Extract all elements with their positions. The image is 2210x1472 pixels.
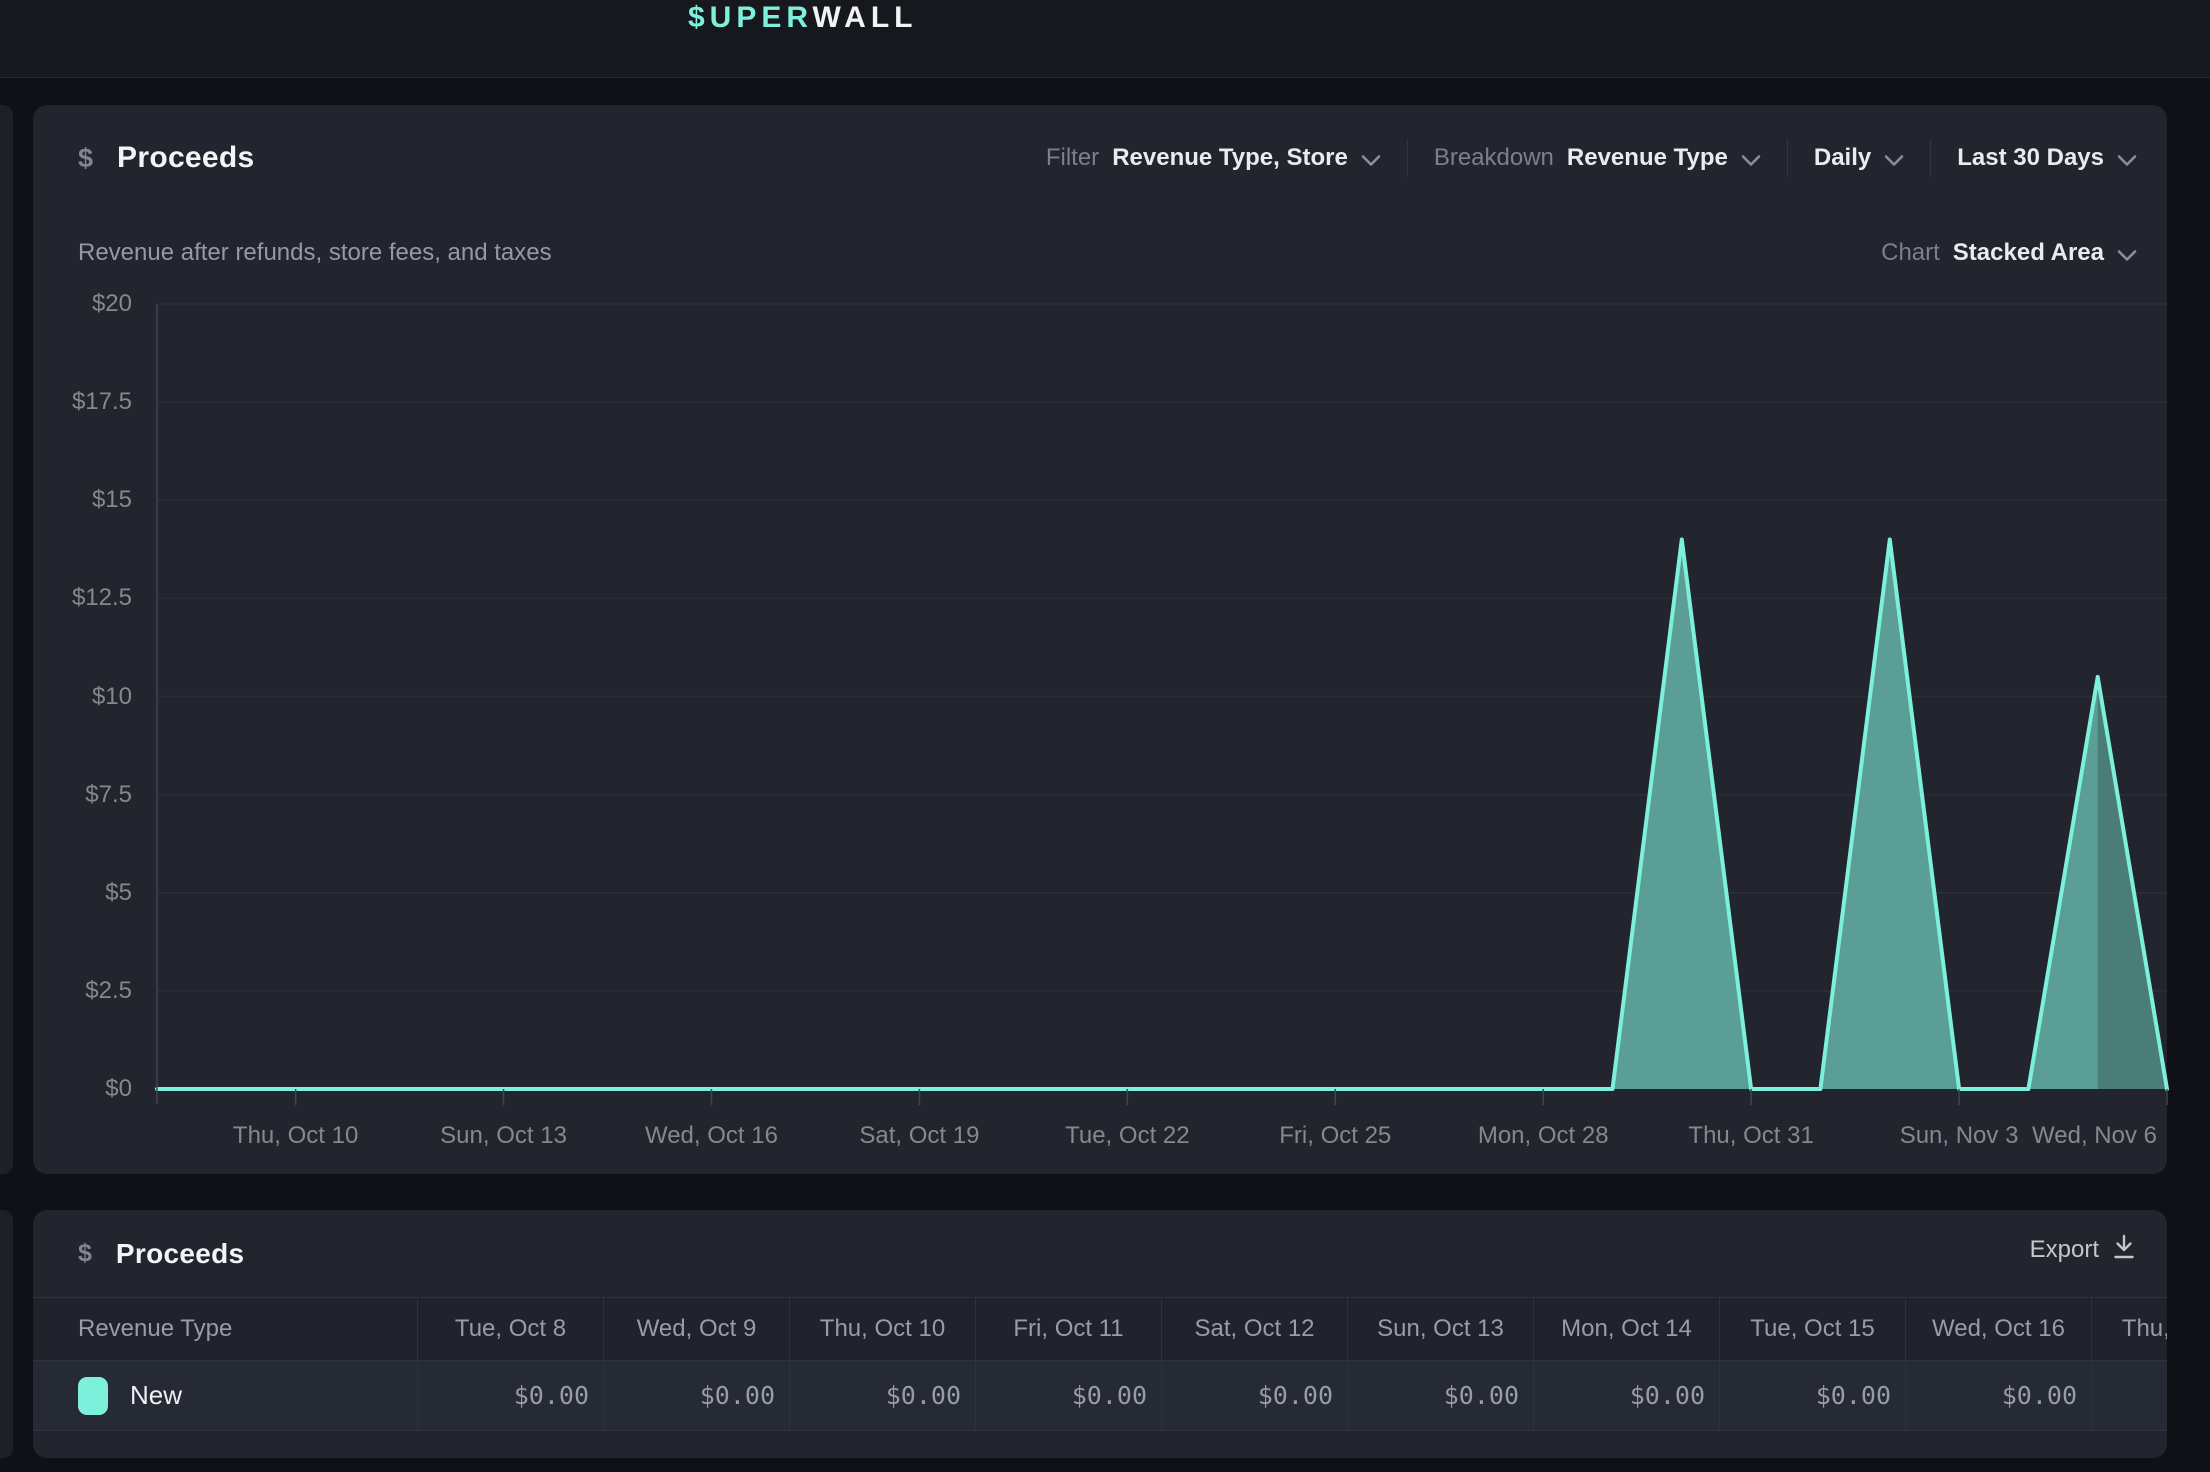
x-axis-label: Wed, Oct 16 <box>601 1121 821 1151</box>
table-header-cell: Sun, Oct 13 <box>1347 1298 1533 1360</box>
divider <box>1930 139 1931 177</box>
table-title: Proceeds <box>116 1238 244 1270</box>
x-axis-label: Thu, Oct 10 <box>186 1121 406 1151</box>
y-axis-label: $20 <box>33 289 132 319</box>
chevron-down-icon <box>1884 146 1904 174</box>
filter-dropdown[interactable]: Filter Revenue Type, Store <box>1046 142 1381 174</box>
divider <box>1787 139 1788 177</box>
y-axis-label: $12.5 <box>33 583 132 613</box>
breakdown-label: Breakdown <box>1434 144 1554 172</box>
chart-subtitle: Revenue after refunds, store fees, and t… <box>78 237 552 269</box>
chart-type-dropdown[interactable]: Chart Stacked Area <box>1881 230 2137 276</box>
table-value-cell: $0.00 <box>975 1361 1161 1430</box>
interval-dropdown[interactable]: Daily <box>1814 142 1904 174</box>
x-axis-label: Sun, Oct 13 <box>394 1121 614 1151</box>
breakdown-dropdown[interactable]: Breakdown Revenue Type <box>1434 142 1761 174</box>
date-range-value: Last 30 Days <box>1957 144 2104 172</box>
row-label-cell: New <box>33 1361 417 1430</box>
table-value-cell: $0.00 <box>789 1361 975 1430</box>
table-header-revenue-type: Revenue Type <box>33 1298 417 1360</box>
x-axis-label: Thu, Oct 31 <box>1641 1121 1861 1151</box>
card-header: $ Proceeds <box>78 1210 244 1297</box>
series-name: New <box>130 1380 182 1411</box>
table-header-cell: Fri, Oct 11 <box>975 1298 1161 1360</box>
x-axis-label: Tue, Oct 22 <box>1017 1121 1237 1151</box>
chart-canvas <box>157 304 2167 1124</box>
chart-type-value: Stacked Area <box>1953 239 2104 267</box>
table-header-row: Revenue TypeTue, Oct 8Wed, Oct 9Thu, Oct… <box>33 1297 2167 1361</box>
table-header-cell: Tue, Oct 15 <box>1719 1298 1905 1360</box>
superwall-logo[interactable]: $UPERWALL <box>688 0 917 36</box>
table-header-cell: Mon, Oct 14 <box>1533 1298 1719 1360</box>
table-value-cell: $0.00 <box>1347 1361 1533 1430</box>
y-axis-label: $5 <box>33 878 132 908</box>
table-value-cell: $0.00 <box>1905 1361 2091 1430</box>
table-header-cell: Thu, Oct 10 <box>789 1298 975 1360</box>
table-header-cell: Sat, Oct 12 <box>1161 1298 1347 1360</box>
table-value-cell: $0.00 <box>1533 1361 1719 1430</box>
series-color-swatch <box>78 1377 108 1415</box>
breakdown-value: Revenue Type <box>1567 144 1728 172</box>
proceeds-chart-card: $ Proceeds Filter Revenue Type, Store Br… <box>33 105 2167 1174</box>
adjacent-card-edge <box>0 105 13 1174</box>
table-value-cell: $0.00 <box>417 1361 603 1430</box>
stacked-area-chart[interactable] <box>157 304 2167 1124</box>
logo-rest: WALL <box>813 1 918 34</box>
table-value-cell: $0.00 <box>603 1361 789 1430</box>
table-header-cell: Thu, Oct 17 <box>2091 1298 2167 1360</box>
chart-type-label: Chart <box>1881 239 1940 267</box>
dollar-icon: $ <box>78 1239 92 1268</box>
chevron-down-icon <box>1741 146 1761 174</box>
y-axis-label: $10 <box>33 682 132 712</box>
date-range-dropdown[interactable]: Last 30 Days <box>1957 142 2137 174</box>
proceeds-table-card: $ Proceeds Export Revenue TypeTue, Oct 8… <box>33 1210 2167 1458</box>
page-title: Proceeds <box>117 141 254 175</box>
x-axis-label: Mon, Oct 28 <box>1433 1121 1653 1151</box>
chevron-down-icon <box>2117 146 2137 174</box>
card-header: $ Proceeds <box>78 105 255 211</box>
chevron-down-icon <box>2117 241 2137 269</box>
filter-value: Revenue Type, Store <box>1112 144 1348 172</box>
y-axis-label: $15 <box>33 485 132 515</box>
y-axis-label: $7.5 <box>33 780 132 810</box>
logo-accent: $UPER <box>688 1 813 34</box>
filter-label: Filter <box>1046 144 1099 172</box>
y-axis-label: $2.5 <box>33 976 132 1006</box>
export-button[interactable]: Export <box>2030 1233 2137 1267</box>
table-header-cell: Tue, Oct 8 <box>417 1298 603 1360</box>
x-axis-label: Wed, Nov 6 <box>1937 1121 2157 1151</box>
adjacent-card-edge <box>0 1210 13 1458</box>
table-row[interactable]: New$0.00$0.00$0.00$0.00$0.00$0.00$0.00$0… <box>33 1361 2167 1431</box>
chevron-down-icon <box>1361 146 1381 174</box>
download-icon <box>2111 1233 2137 1268</box>
x-axis-label: Sat, Oct 19 <box>809 1121 1029 1151</box>
table-value-cell: $0.00 <box>2091 1361 2167 1430</box>
export-label: Export <box>2030 1236 2099 1264</box>
top-navigation-bar: $UPERWALL <box>0 0 2210 78</box>
table-value-cell: $0.00 <box>1719 1361 1905 1430</box>
chart-controls: Filter Revenue Type, Store Breakdown Rev… <box>1046 135 2137 181</box>
y-axis-label: $17.5 <box>33 387 132 417</box>
table-header-cell: Wed, Oct 9 <box>603 1298 789 1360</box>
x-axis-label: Fri, Oct 25 <box>1225 1121 1445 1151</box>
divider <box>1407 139 1408 177</box>
table-header-cell: Wed, Oct 16 <box>1905 1298 2091 1360</box>
y-axis-label: $0 <box>33 1074 132 1104</box>
table-value-cell: $0.00 <box>1161 1361 1347 1430</box>
interval-value: Daily <box>1814 144 1871 172</box>
dollar-icon: $ <box>78 143 93 174</box>
